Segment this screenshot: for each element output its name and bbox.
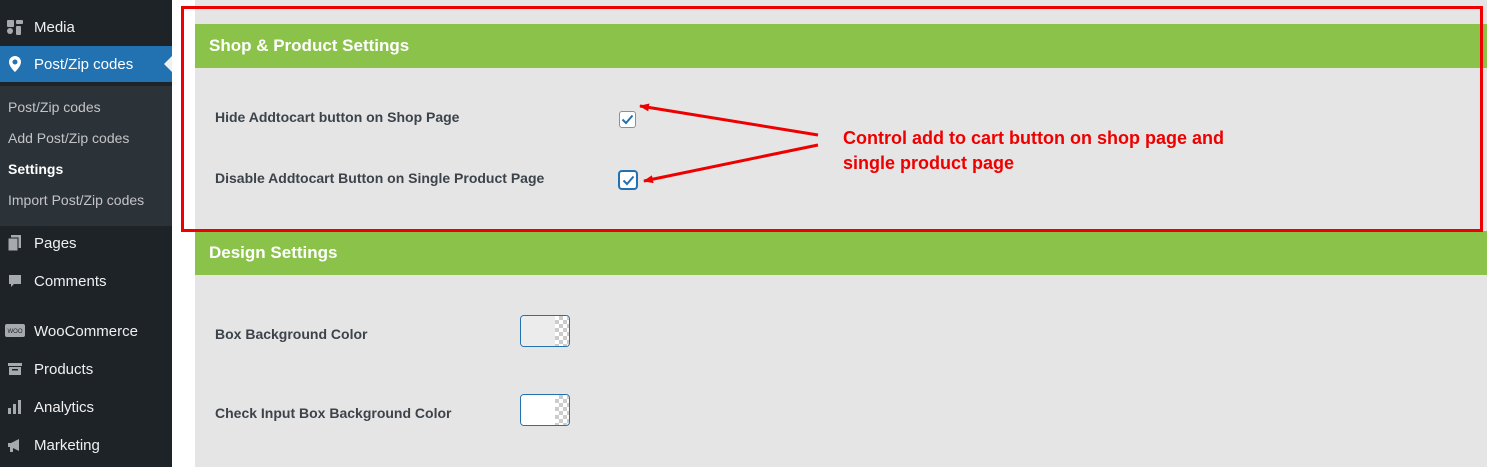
annotation-arrow-shop	[639, 103, 819, 137]
annotation-arrows	[639, 103, 819, 184]
annotation-arrow-single	[643, 143, 819, 184]
